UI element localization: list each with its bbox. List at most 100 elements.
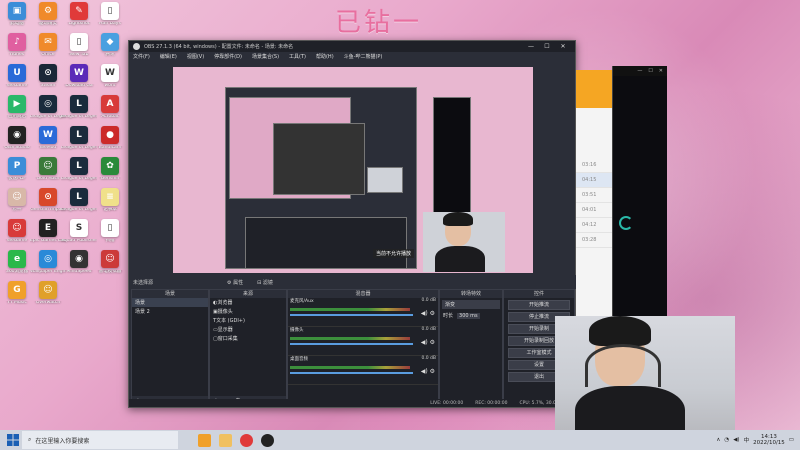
control-button[interactable]: 开始推流 bbox=[508, 300, 570, 310]
level-meter bbox=[290, 337, 410, 340]
app-icon: ▯ bbox=[70, 33, 88, 51]
desktop-icon[interactable]: ☺ 雷电模拟器 bbox=[95, 250, 125, 286]
tray-chevron-icon[interactable]: ∧ bbox=[716, 437, 720, 443]
mixer-channel: 摄像头 0.0 dB ◀) ⚙ bbox=[288, 327, 438, 356]
duration-row: 时长 300 ms bbox=[440, 311, 502, 320]
speaker-icon[interactable]: ◀) bbox=[421, 310, 428, 317]
close-button[interactable]: ✕ bbox=[555, 43, 571, 50]
obs-window[interactable]: OBS 27.1.3 (64 bit, windows) - 配置文件: 未命名… bbox=[128, 40, 579, 408]
obs-logo-icon bbox=[133, 43, 140, 50]
network-icon[interactable]: ◔ bbox=[724, 437, 729, 443]
dark-window[interactable]: — ☐ ✕ bbox=[612, 66, 667, 336]
source-item[interactable]: ▣ 摄像头 bbox=[210, 307, 286, 316]
menu-item[interactable]: 视图(V) bbox=[187, 53, 204, 60]
app-icon: e bbox=[8, 250, 26, 268]
desktop-icon-label: Acrobat bbox=[101, 115, 119, 119]
desktop-icon[interactable]: G YY Music bbox=[2, 281, 32, 317]
live-status: LIVE: 00:00:00 bbox=[430, 400, 464, 406]
selected-source-label: 未选择源 bbox=[133, 279, 154, 286]
app-icon: ⊙ bbox=[39, 64, 57, 82]
minimize-button[interactable]: — bbox=[637, 68, 642, 74]
obs-docks: 场景 场景 场景 2 +−∧∨ 来源 ◐ 浏览器 ▣ 摄像头 T 文本 (GDI… bbox=[129, 289, 575, 407]
preview-toast: 当前不允许播放 bbox=[373, 249, 415, 258]
menu-item[interactable]: 斗鱼-哔二熊猫(P) bbox=[344, 53, 383, 60]
app-icon: ▯ bbox=[101, 219, 119, 237]
gear-icon[interactable]: ⚙ bbox=[430, 310, 435, 317]
search-placeholder: 在这里输入你要搜索 bbox=[35, 437, 90, 445]
app-icon: ✉ bbox=[39, 33, 57, 51]
maximize-button[interactable]: ☐ bbox=[539, 43, 555, 50]
desktop-icon-label: 扫描 bbox=[105, 239, 115, 243]
clock[interactable]: 14:13 2022/10/15 bbox=[753, 434, 785, 447]
scene-item[interactable]: 场景 2 bbox=[132, 307, 208, 316]
transitions-dock: 转场特效 渐变 时长 300 ms bbox=[439, 289, 503, 407]
channel-name: 摄像头 bbox=[290, 328, 304, 333]
notification-icon[interactable]: ▭ bbox=[789, 437, 794, 443]
desktop-icon[interactable]: ◉ MindSpeed bbox=[64, 250, 94, 286]
properties-button[interactable]: ⚙ 属性 bbox=[223, 279, 247, 286]
mixer-dock: 混音器 麦克风/Aux 0.0 dB ◀) ⚙ 摄像头 0.0 dB ◀) ⚙ 桌面音频 0.… bbox=[287, 289, 439, 407]
desktop-icon-label: 记事本 bbox=[103, 208, 117, 212]
windows-logo-icon bbox=[7, 434, 19, 446]
volume-slider[interactable] bbox=[290, 314, 413, 316]
app-icon: ☺ bbox=[39, 157, 57, 175]
taskbar-app-icon[interactable] bbox=[261, 433, 274, 447]
app-icon: ⚙ bbox=[39, 2, 57, 20]
menu-item[interactable]: 编辑(E) bbox=[160, 53, 177, 60]
app-icon: L bbox=[70, 126, 88, 144]
channel-name: 麦克风/Aux bbox=[290, 299, 314, 304]
desktop-icon-label: word bbox=[104, 84, 116, 88]
source-item[interactable]: ▢ 窗口采集 bbox=[210, 334, 286, 343]
transitions-dock-title: 转场特效 bbox=[440, 290, 502, 298]
channel-icons: ◀) ⚙ bbox=[421, 339, 435, 346]
transition-select[interactable]: 渐变 bbox=[442, 300, 500, 309]
desktop-icon-label: Bandicam bbox=[98, 146, 122, 150]
maximize-button[interactable]: ☐ bbox=[648, 68, 652, 74]
source-item[interactable]: T 文本 (GDI+) bbox=[210, 316, 286, 325]
input-language[interactable]: 中 bbox=[744, 436, 750, 444]
menu-item[interactable]: 停靠部件(D) bbox=[214, 53, 242, 60]
gear-icon[interactable]: ⚙ bbox=[430, 339, 435, 346]
gear-icon[interactable]: ⚙ bbox=[430, 368, 435, 375]
obs-title: OBS 27.1.3 (64 bit, windows) - 配置文件: 未命名… bbox=[144, 44, 294, 50]
taskbar-app-icon[interactable] bbox=[219, 433, 232, 447]
filters-button[interactable]: ⊟ 滤镜 bbox=[253, 279, 277, 286]
minimize-button[interactable]: — bbox=[523, 43, 539, 50]
volume-icon[interactable]: ◀) bbox=[733, 437, 739, 443]
speaker-icon[interactable]: ◀) bbox=[421, 339, 428, 346]
scene-item[interactable]: 场景 bbox=[132, 298, 208, 307]
speaker-icon[interactable]: ◀) bbox=[421, 368, 428, 375]
menu-item[interactable]: 帮助(H) bbox=[316, 53, 334, 60]
volume-slider[interactable] bbox=[290, 343, 413, 345]
app-icon: ♪ bbox=[8, 33, 26, 51]
system-tray: ∧ ◔ ◀) 中 14:13 2022/10/15 ▭ bbox=[716, 431, 794, 449]
taskbar-search[interactable]: ⌕ 在这里输入你要搜索 bbox=[22, 431, 178, 449]
channel-icons: ◀) ⚙ bbox=[421, 368, 435, 375]
menu-item[interactable]: 工具(T) bbox=[289, 53, 306, 60]
duration-input[interactable]: 300 ms bbox=[457, 312, 480, 319]
taskbar-app-icon[interactable] bbox=[240, 433, 253, 447]
app-icon: P bbox=[8, 157, 26, 175]
app-icon: ☺ bbox=[8, 219, 26, 237]
headset-icon bbox=[585, 344, 661, 387]
app-icon: L bbox=[70, 188, 88, 206]
source-item[interactable]: ▭ 显示器 bbox=[210, 325, 286, 334]
loading-spinner-icon bbox=[619, 216, 633, 230]
close-button[interactable]: ✕ bbox=[659, 68, 663, 74]
preview-mixer bbox=[245, 217, 407, 269]
obs-titlebar[interactable]: OBS 27.1.3 (64 bit, windows) - 配置文件: 未命名… bbox=[129, 41, 575, 52]
source-item[interactable]: ◐ 浏览器 bbox=[210, 298, 286, 307]
channel-db: 0.0 dB bbox=[421, 356, 436, 361]
menu-item[interactable]: 文件(F) bbox=[133, 53, 150, 60]
desktop-icon-label: 雷电模拟器 bbox=[98, 270, 122, 274]
volume-slider[interactable] bbox=[290, 372, 413, 374]
menu-item[interactable]: 场景集合(S) bbox=[252, 53, 279, 60]
desktop-icon-label: 腾讯 bbox=[105, 53, 115, 57]
channel-icons: ◀) ⚙ bbox=[421, 310, 435, 317]
desktop-icon-label: Overwatch bbox=[35, 301, 61, 305]
desktop-icon[interactable]: ☺ Overwatch bbox=[33, 281, 63, 317]
taskbar-app-icon[interactable] bbox=[198, 433, 211, 447]
dark-window-titlebar: — ☐ ✕ bbox=[613, 66, 667, 76]
app-icon: W bbox=[39, 126, 57, 144]
start-button[interactable] bbox=[4, 431, 22, 449]
